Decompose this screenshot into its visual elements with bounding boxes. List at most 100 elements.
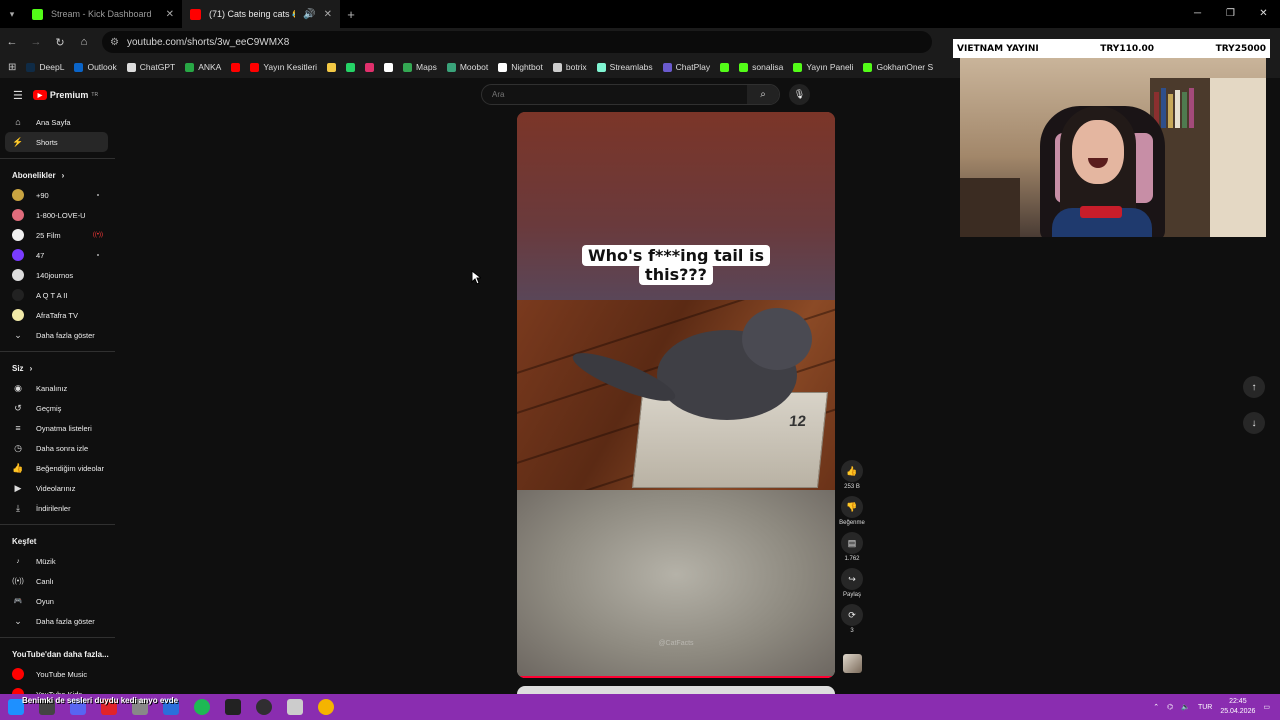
like-count: 253 B	[844, 484, 860, 490]
sidebar-item-explore[interactable]: ((•)) Canlı	[0, 571, 115, 591]
tab-youtube-short[interactable]: (71) Cats being cats 😂🔥# 🔊 ✕	[182, 0, 340, 28]
tray-arrow-icon[interactable]: ⌃	[1153, 703, 1159, 711]
bookmark-item[interactable]: Moobot	[446, 62, 488, 72]
chrome-icon[interactable]	[318, 699, 334, 715]
close-icon[interactable]: ✕	[166, 9, 174, 20]
sidebar-item-more[interactable]: YouTube Music	[0, 664, 115, 684]
url-field[interactable]: ⚙ youtube.com/shorts/3w_eeC9WMX8	[102, 31, 932, 53]
bookmark-icon	[185, 62, 195, 72]
language-indicator[interactable]: TUR	[1198, 704, 1212, 711]
bookmark-item[interactable]: GokhanOner S	[863, 62, 933, 72]
channel-avatar	[12, 269, 24, 281]
bookmark-item[interactable]: Streamlabs	[596, 62, 653, 72]
bookmark-item[interactable]	[720, 62, 730, 72]
bookmark-item[interactable]	[365, 62, 375, 72]
search-icon[interactable]: ⌕	[747, 85, 779, 104]
sidebar-item-label: Oynatma listeleri	[36, 423, 92, 433]
bookmark-icon	[403, 62, 413, 72]
bookmark-item[interactable]: botrix	[552, 62, 587, 72]
bookmark-item[interactable]: Nightbot	[498, 62, 543, 72]
bookmark-item[interactable]: ChatPlay	[662, 62, 710, 72]
sidebar-item-you[interactable]: ≡ Oynatma listeleri	[0, 418, 115, 438]
obs-icon[interactable]	[256, 699, 272, 715]
sound-thumbnail[interactable]	[843, 654, 862, 673]
next-short-preview[interactable]	[517, 686, 835, 694]
spotify-icon[interactable]	[194, 699, 210, 715]
brand-country: TR	[91, 92, 99, 98]
subscription-item[interactable]: 25 Film ((•))	[0, 225, 115, 245]
dislike-icon[interactable]: 👎	[841, 496, 863, 518]
voice-search-icon[interactable]: 🎙	[789, 84, 810, 105]
sidebar-item-explore[interactable]: 🎮 Oyun	[0, 591, 115, 611]
bookmark-item[interactable]	[327, 62, 337, 72]
sidebar-item-shorts[interactable]: ⚡ Shorts	[5, 132, 108, 152]
sidebar-item-you[interactable]: ◷ Daha sonra izle	[0, 438, 115, 458]
menu-icon[interactable]: ☰	[13, 89, 23, 102]
bookmark-item[interactable]: DeepL	[26, 62, 64, 72]
you-heading[interactable]: Siz ›	[0, 358, 115, 378]
close-window-icon[interactable]: ✕	[1247, 0, 1280, 28]
subscription-item[interactable]: AfraTafra TV	[0, 305, 115, 325]
share-icon[interactable]: ↪	[841, 568, 863, 590]
video-progress-bar[interactable]	[517, 676, 835, 678]
sidebar-item-you[interactable]: ↺ Geçmiş	[0, 398, 115, 418]
close-icon[interactable]: ✕	[324, 9, 332, 20]
subscriptions-heading[interactable]: Abonelikler ›	[0, 165, 115, 185]
subscription-item[interactable]: 1-800-LOVE-U	[0, 205, 115, 225]
bookmark-item[interactable]: ANKA	[185, 62, 221, 72]
new-tab-button[interactable]: +	[340, 7, 362, 22]
subscription-item[interactable]: 140journos	[0, 265, 115, 285]
bookmark-item[interactable]	[384, 62, 394, 72]
sidebar-item-you[interactable]: ▶ Videolarınız	[0, 478, 115, 498]
notifications-icon[interactable]: ▭	[1263, 703, 1270, 711]
subscription-item[interactable]: +90	[0, 185, 115, 205]
donation-banner: VIETNAM YAYINI TRY110.00 TRY25000	[953, 39, 1270, 58]
bookmark-item[interactable]: Yayın Kesitleri	[250, 62, 317, 72]
next-short-button[interactable]: ↓	[1243, 412, 1265, 434]
search-input[interactable]	[482, 90, 747, 99]
forward-icon[interactable]: →	[24, 36, 48, 48]
show-more-subscriptions[interactable]: ⌄ Daha fazla göster	[0, 325, 115, 345]
bookmark-item[interactable]	[346, 62, 356, 72]
comment-icon[interactable]: ▤	[841, 532, 863, 554]
remix-icon[interactable]: ⟳	[841, 604, 863, 626]
youtube-logo[interactable]: ▶ Premium TR	[32, 90, 99, 100]
volume-icon[interactable]: 🔈	[1181, 703, 1190, 711]
bookmark-item[interactable]: sonalisa	[739, 62, 783, 72]
bookmark-item[interactable]: Yayın Paneli	[793, 62, 853, 72]
tab-search-icon[interactable]: ▾	[0, 9, 24, 20]
sound-icon[interactable]: 🔊	[303, 9, 315, 20]
bookmark-item[interactable]: ChatGPT	[126, 62, 175, 72]
subscription-item[interactable]: A Q T A II	[0, 285, 115, 305]
donation-amount: TRY110.00	[1100, 43, 1155, 54]
apps-icon[interactable]: ⊞	[8, 62, 16, 73]
sidebar-item-you[interactable]: ⤓ İndirilenler	[0, 498, 115, 518]
like-icon[interactable]: 👍	[841, 460, 863, 482]
epic-games-icon[interactable]	[225, 699, 241, 715]
minimize-icon[interactable]: ─	[1181, 0, 1214, 28]
reload-icon[interactable]: ↻	[48, 36, 72, 49]
app-icon[interactable]	[287, 699, 303, 715]
clock-time: 22:45	[1229, 698, 1247, 705]
subscription-label: 1-800-LOVE-U	[36, 210, 86, 220]
bookmark-item[interactable]	[231, 62, 241, 72]
previous-short-button[interactable]: ↑	[1243, 376, 1265, 398]
clock[interactable]: 22:45 25.04.2026	[1220, 697, 1255, 717]
back-icon[interactable]: ←	[0, 36, 24, 48]
site-info-icon[interactable]: ⚙	[110, 37, 119, 48]
sidebar-item-you[interactable]: ◉ Kanalınız	[0, 378, 115, 398]
shorts-player[interactable]: 12 Who's f***ing tail is this??? @CatFac…	[517, 112, 835, 678]
brand-label: Premium	[49, 90, 89, 100]
tab-kick-dashboard[interactable]: Stream - Kick Dashboard ✕	[24, 0, 182, 28]
restore-icon[interactable]: ❐	[1214, 0, 1247, 28]
bookmark-item[interactable]: Maps	[403, 62, 437, 72]
music-icon: ♪	[16, 557, 20, 565]
network-icon[interactable]: ⌬	[1167, 703, 1173, 711]
home-button-icon[interactable]: ⌂	[72, 36, 96, 48]
sidebar-item-you[interactable]: 👍 Beğendiğim videolar	[0, 458, 115, 478]
subscription-item[interactable]: 47	[0, 245, 115, 265]
sidebar-item-explore[interactable]: ♪ Müzik	[0, 551, 115, 571]
show-more-explore[interactable]: ⌄ Daha fazla göster	[0, 611, 115, 631]
bookmark-item[interactable]: Outlook	[74, 62, 117, 72]
sidebar-item-ana-sayfa[interactable]: ⌂ Ana Sayfa	[0, 112, 115, 132]
